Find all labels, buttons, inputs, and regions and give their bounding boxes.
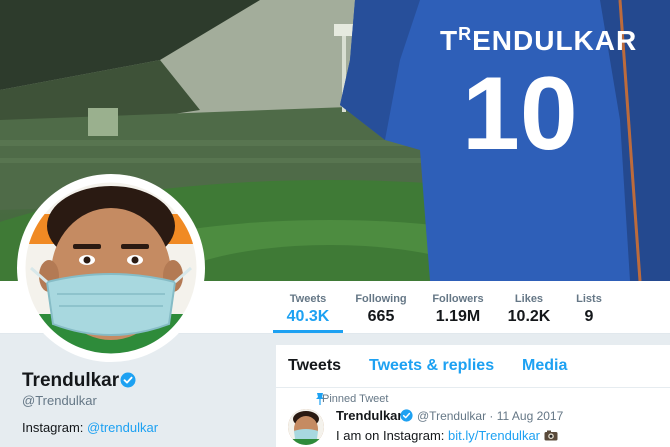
stat-value: 1.19M <box>435 308 481 325</box>
stat-tweets[interactable]: Tweets 40.3K <box>273 281 343 333</box>
tweet-meta[interactable]: @Trendulkar · 11 Aug 2017 <box>417 409 563 423</box>
stat-label: Following <box>355 293 407 305</box>
avatar-image <box>20 177 202 359</box>
timeline-tabs: Tweets Tweets & replies Media <box>276 345 670 388</box>
jersey-number: 10 <box>462 56 578 172</box>
profile-avatar[interactable] <box>17 174 205 362</box>
stat-value: 10.2K <box>507 308 551 325</box>
timeline: Tweets Tweets & replies Media Pinned Twe… <box>276 345 670 447</box>
stat-value: 40.3K <box>286 308 330 325</box>
stat-label: Tweets <box>289 293 327 305</box>
jersey-name: TRENDULKAR <box>440 24 638 56</box>
profile-handle[interactable]: @Trendulkar <box>22 393 97 408</box>
stat-likes[interactable]: Likes 10.2K <box>500 281 558 333</box>
camera-icon <box>544 430 558 441</box>
stat-label: Lists <box>576 293 602 305</box>
stat-lists[interactable]: Lists 9 <box>570 281 608 333</box>
profile-bio: Instagram: @trendulkar <box>22 420 158 435</box>
tweet-text-body: I am on Instagram: <box>336 428 448 443</box>
tweet-link[interactable]: bit.ly/Trendulkar <box>448 428 540 443</box>
verified-badge-icon <box>400 409 413 422</box>
tweet-avatar-image <box>288 409 324 445</box>
tweet-avatar[interactable] <box>288 409 324 445</box>
stat-value: 665 <box>367 308 395 325</box>
stat-followers[interactable]: Followers 1.19M <box>427 281 489 333</box>
tab-tweets[interactable]: Tweets <box>288 357 341 375</box>
profile-name[interactable]: Trendulkar <box>22 370 119 392</box>
tab-media[interactable]: Media <box>522 357 567 375</box>
tweet-text: I am on Instagram: bit.ly/Trendulkar <box>336 428 558 443</box>
tab-tweets-replies[interactable]: Tweets & replies <box>369 357 494 375</box>
bio-text: Instagram: <box>22 420 88 435</box>
bio-instagram-link[interactable]: @trendulkar <box>87 420 158 435</box>
verified-badge-icon <box>120 372 136 388</box>
pinned-tweet-label: Pinned Tweet <box>322 393 389 405</box>
stat-label: Likes <box>514 293 544 305</box>
stat-following[interactable]: Following 665 <box>350 281 412 333</box>
stat-label: Followers <box>432 293 484 305</box>
tweet-author-name[interactable]: Trendulkar <box>336 408 402 423</box>
stat-value: 9 <box>584 308 594 325</box>
